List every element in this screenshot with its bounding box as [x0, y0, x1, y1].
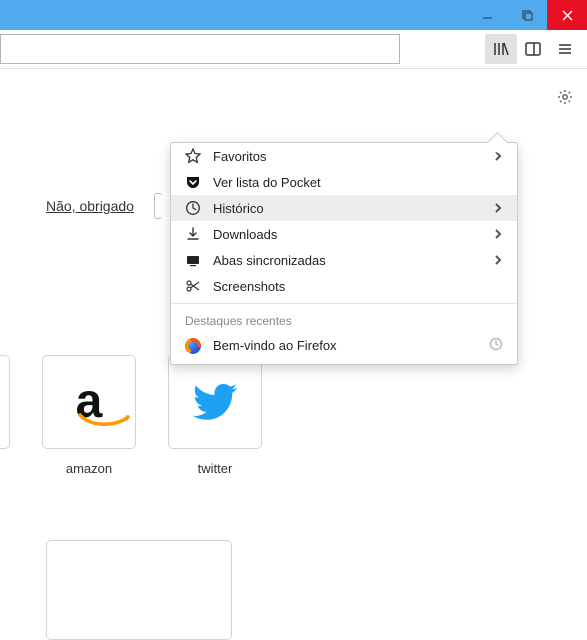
menu-item-label: Ver lista do Pocket: [213, 175, 321, 190]
twitter-icon: [186, 378, 244, 426]
menu-item-label: Screenshots: [213, 279, 285, 294]
close-button[interactable]: [547, 0, 587, 30]
tile[interactable]: [0, 355, 10, 449]
download-icon: [185, 226, 201, 242]
tile-partial: [0, 355, 10, 476]
firefox-icon: [185, 338, 201, 354]
titlebar: [0, 0, 587, 30]
menu-item-label: Histórico: [213, 201, 264, 216]
menu-button[interactable]: [549, 34, 581, 64]
menu-item-downloads[interactable]: Downloads: [171, 221, 517, 247]
sidebar-button[interactable]: [517, 34, 549, 64]
clock-icon: [185, 200, 201, 216]
url-bar[interactable]: [0, 34, 400, 64]
menu-item-pocket[interactable]: Ver lista do Pocket: [171, 169, 517, 195]
menu-item-screenshots[interactable]: Screenshots: [171, 273, 517, 299]
chevron-right-icon: [493, 201, 503, 216]
maximize-button[interactable]: [507, 0, 547, 30]
menu-item-bookmarks[interactable]: Favoritos: [171, 143, 517, 169]
gear-icon[interactable]: [557, 89, 573, 110]
menu-item-label: Downloads: [213, 227, 277, 242]
scissors-icon: [185, 278, 201, 294]
highlight-tile[interactable]: [46, 540, 232, 640]
partial-box: [154, 193, 162, 219]
recent-heading: Destaques recentes: [171, 308, 517, 332]
menu-item-history[interactable]: Histórico: [171, 195, 517, 221]
menu-item-synced-tabs[interactable]: Abas sincronizadas: [171, 247, 517, 273]
amazon-icon: a: [76, 385, 103, 419]
recent-item-label: Bem-vindo ao Firefox: [213, 338, 337, 353]
tile-amazon: a amazon: [42, 355, 136, 476]
synced-tabs-icon: [185, 252, 201, 268]
tile[interactable]: [168, 355, 262, 449]
pocket-icon: [185, 174, 201, 190]
chevron-right-icon: [493, 227, 503, 242]
tile-label: twitter: [198, 461, 233, 476]
toolbar: [0, 30, 587, 69]
minimize-button[interactable]: [467, 0, 507, 30]
tile[interactable]: a: [42, 355, 136, 449]
chevron-right-icon: [493, 253, 503, 268]
star-icon: [185, 148, 201, 164]
chevron-right-icon: [493, 149, 503, 164]
dismiss-row: Não, obrigado: [46, 193, 162, 219]
library-button[interactable]: [485, 34, 517, 64]
dismiss-link[interactable]: Não, obrigado: [46, 198, 134, 214]
menu-item-label: Favoritos: [213, 149, 266, 164]
tile-label: amazon: [66, 461, 112, 476]
library-menu: Favoritos Ver lista do Pocket Histórico …: [170, 142, 518, 365]
recent-item[interactable]: Bem-vindo ao Firefox: [171, 332, 517, 364]
menu-separator: [171, 303, 517, 304]
tile-label: [3, 461, 7, 476]
history-badge-icon: [489, 337, 503, 354]
tile-twitter: twitter: [168, 355, 262, 476]
menu-item-label: Abas sincronizadas: [213, 253, 326, 268]
top-sites: a amazon twitter: [0, 355, 262, 476]
